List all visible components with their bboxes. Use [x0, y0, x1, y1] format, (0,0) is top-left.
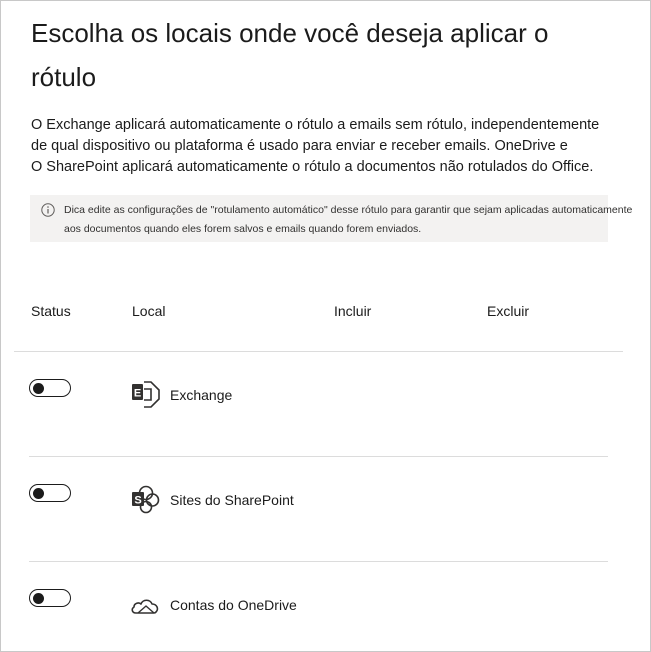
column-header-status: Status	[31, 303, 71, 319]
info-icon	[41, 203, 55, 217]
sharepoint-icon: S	[132, 485, 160, 514]
onedrive-toggle[interactable]	[29, 589, 71, 607]
toggle-knob	[33, 592, 44, 604]
location-label: Exchange	[170, 387, 233, 403]
description: O Exchange aplicará automaticamente o ró…	[31, 115, 621, 178]
svg-text:S: S	[134, 495, 141, 507]
description-line: de qual dispositivo ou plataforma é usad…	[31, 138, 568, 154]
table-row-exchange: E Exchange	[1, 379, 641, 419]
column-header-local: Local	[132, 303, 166, 319]
description-line: O SharePoint aplicará automaticamente o …	[31, 159, 594, 175]
row-divider	[29, 456, 608, 457]
row-divider	[29, 561, 608, 562]
exchange-icon: E	[132, 381, 160, 408]
sharepoint-toggle[interactable]	[29, 484, 71, 502]
location-label: Contas do OneDrive	[170, 597, 297, 613]
page-title: Escolha os locais onde você deseja aplic…	[31, 18, 549, 92]
header-divider	[14, 351, 623, 352]
onedrive-icon	[131, 599, 159, 614]
exchange-toggle[interactable]	[29, 379, 71, 397]
table-row-onedrive: Contas do OneDrive	[1, 589, 641, 629]
tip-banner: Dica edite as configurações de "rotulame…	[30, 195, 632, 242]
toggle-knob	[33, 382, 44, 394]
table-row-sharepoint: S Sites do SharePoint	[1, 484, 641, 524]
column-header-excluir: Excluir	[487, 303, 530, 319]
location-label: Sites do SharePoint	[170, 492, 294, 508]
toggle-knob	[33, 487, 44, 499]
svg-text:E: E	[134, 388, 141, 400]
column-header-incluir: Incluir	[334, 303, 372, 319]
label-locations-panel: Escolha os locais onde você deseja aplic…	[0, 0, 651, 652]
description-line: O Exchange aplicará automaticamente o ró…	[31, 117, 600, 133]
tip-text: Dica edite as configurações de "rotulame…	[64, 204, 633, 235]
